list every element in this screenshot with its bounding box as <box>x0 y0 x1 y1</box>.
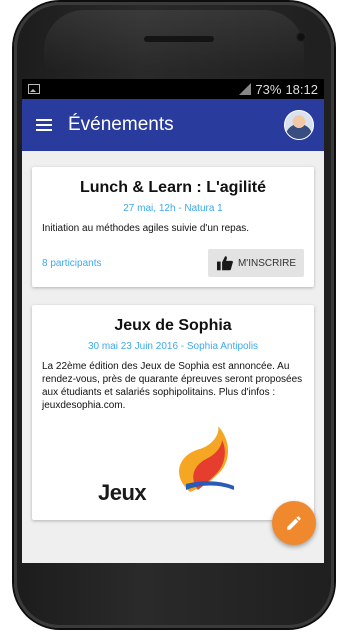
hamburger-menu-icon[interactable] <box>36 119 52 131</box>
event-card[interactable]: Jeux de Sophia 30 mai 23 Juin 2016 - Sop… <box>32 305 314 520</box>
register-button[interactable]: M'INSCRIRE <box>207 249 304 277</box>
app-bar: Événements <box>22 99 324 151</box>
participants-link[interactable]: 8 participants <box>42 258 101 269</box>
page-title: Événements <box>68 114 174 135</box>
image-notification-icon <box>28 84 40 94</box>
signal-icon <box>239 83 252 95</box>
edit-fab-button[interactable] <box>272 501 316 545</box>
battery-level: 73% <box>255 81 282 97</box>
front-camera <box>296 32 306 42</box>
event-logo: Jeux <box>42 420 304 510</box>
event-title: Lunch & Learn : L'agilité <box>79 179 267 196</box>
event-description: Initiation au méthodes agiles suivie d'u… <box>42 223 250 234</box>
event-date-location: 27 mai, 12h - Natura 1 <box>123 203 223 214</box>
event-card[interactable]: Lunch & Learn : L'agilité 27 mai, 12h - … <box>32 167 314 287</box>
event-description: La 22ème édition des Jeux de Sophia est … <box>42 361 303 411</box>
thumbs-up-icon <box>216 256 233 271</box>
earpiece-speaker <box>144 36 214 42</box>
register-label: M'INSCRIRE <box>237 257 296 269</box>
pencil-edit-icon <box>287 516 301 530</box>
event-list: Lunch & Learn : L'agilité 27 mai, 12h - … <box>22 151 324 520</box>
logo-text: Jeux <box>98 480 147 505</box>
event-date-location: 30 mai 23 Juin 2016 - Sophia Antipolis <box>87 341 259 352</box>
clock: 18:12 <box>285 81 318 97</box>
phone-bottom-bezel <box>22 563 324 613</box>
torch-flame-icon <box>179 426 234 492</box>
event-title: Jeux de Sophia <box>114 317 232 334</box>
user-avatar-icon[interactable] <box>284 110 314 140</box>
phone-screen: 73% 18:12 Événements Lunch & Learn : L'a… <box>22 79 324 563</box>
status-bar: 73% 18:12 <box>22 79 324 99</box>
